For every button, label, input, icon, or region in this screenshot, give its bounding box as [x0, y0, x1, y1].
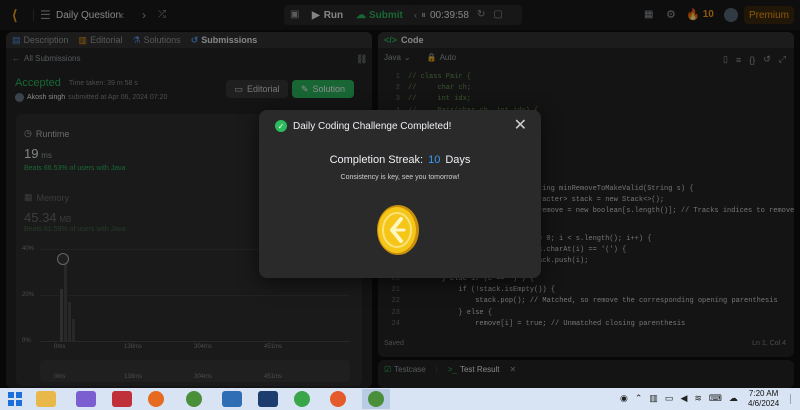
firefox-icon[interactable] — [148, 391, 164, 407]
windows-taskbar: ◉ ⌃ ▥ ▭ ◀ ≋ ⌨ ☁ 7:20 AM 4/6/2024 — [0, 388, 800, 410]
network-icon[interactable]: ▥ — [649, 393, 658, 404]
file-explorer-icon[interactable] — [36, 391, 56, 407]
cloud-icon[interactable]: ☁ — [729, 393, 738, 404]
streak-unit: Days — [445, 154, 471, 166]
battery-icon[interactable]: ▭ — [665, 393, 674, 404]
check-circle-icon: ✓ — [275, 120, 287, 132]
challenge-completed-dialog: ✓ Daily Coding Challenge Completed! ✕ Co… — [259, 110, 541, 278]
dialog-subtitle: Consistency is key, see you tomorrow! — [340, 174, 460, 181]
system-tray: ◉ ⌃ ▥ ▭ ◀ ≋ ⌨ ☁ — [620, 393, 738, 404]
chrome-icon[interactable] — [368, 391, 384, 407]
app-icon[interactable] — [76, 391, 96, 407]
show-desktop-button[interactable] — [790, 394, 796, 404]
wifi-icon[interactable]: ≋ — [694, 393, 702, 404]
dialog-title: Daily Coding Challenge Completed! — [293, 120, 452, 132]
app-icon[interactable] — [330, 391, 346, 407]
clock[interactable]: 7:20 AM 4/6/2024 — [748, 389, 779, 409]
volume-icon[interactable]: ◀ — [680, 393, 687, 404]
dialog-header: ✓ Daily Coding Challenge Completed! — [275, 120, 451, 132]
streak-line: Completion Streak: 10 Days — [259, 154, 541, 166]
clock-date: 4/6/2024 — [748, 399, 780, 408]
app-icon[interactable] — [258, 391, 278, 407]
app-icon[interactable] — [112, 391, 132, 407]
windows-start-icon[interactable] — [8, 392, 22, 406]
app-icon[interactable] — [294, 391, 310, 407]
keyboard-icon[interactable]: ⌨ — [709, 393, 722, 404]
coin-icon — [376, 204, 420, 256]
close-icon[interactable]: ✕ — [514, 118, 527, 134]
chrome-icon[interactable] — [186, 391, 202, 407]
clock-time: 7:20 AM — [748, 389, 779, 398]
tray-app-icon[interactable]: ◉ — [620, 393, 628, 404]
streak-number: 10 — [428, 154, 441, 166]
streak-label: Completion Streak: — [329, 154, 424, 166]
app-icon[interactable] — [222, 391, 242, 407]
chevron-up-icon[interactable]: ⌃ — [635, 393, 643, 404]
